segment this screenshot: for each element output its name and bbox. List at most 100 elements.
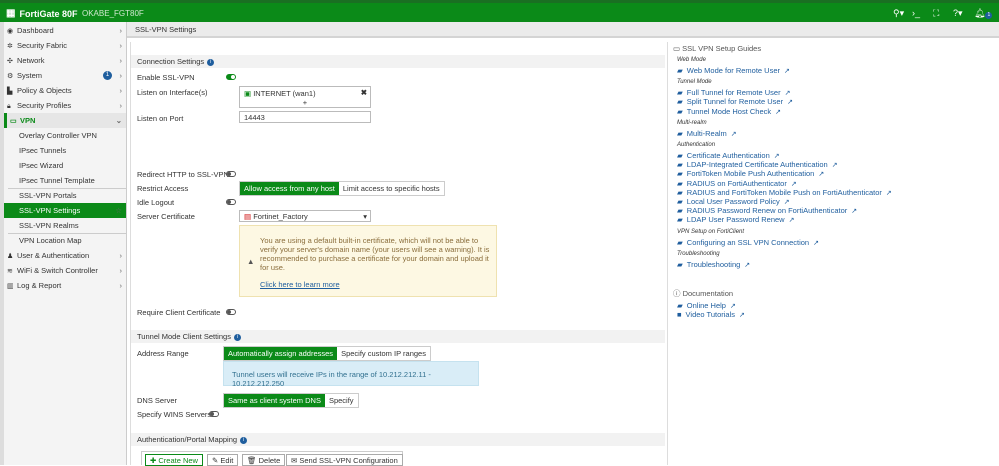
sidebar-item-log-report[interactable]: ▥ Log & Report › [4, 278, 126, 293]
external-link-icon: ↗ [788, 217, 795, 225]
chevron-right-icon: › [119, 101, 123, 110]
guide-link[interactable]: ▰ Tunnel Mode Host Check ↗ [677, 107, 781, 116]
guide-category: Authentication [677, 142, 716, 148]
sidebar-item-ipsec-wizard[interactable]: IPsec Wizard [4, 158, 126, 173]
require-client-cert-toggle[interactable] [226, 309, 236, 315]
sidebar-item-ipsec-tunnel-template[interactable]: IPsec Tunnel Template [4, 173, 126, 188]
learn-more-link[interactable]: Click here to learn more [260, 280, 340, 289]
require-client-cert-label: Require Client Certificate [137, 308, 221, 317]
sidebar-item-policy-objects[interactable]: ▙ Policy & Objects › [4, 83, 126, 98]
gear-icon: ⚙ [7, 73, 14, 80]
guide-link[interactable]: ▰ Multi-Realm ↗ [677, 129, 737, 138]
guide-link[interactable]: ▰ LDAP User Password Renew ↗ [677, 215, 794, 224]
guide-link[interactable]: ▰ RADIUS and FortiToken Mobile Push on Fo… [677, 188, 892, 197]
server-certificate-label: Server Certificate [137, 212, 195, 221]
documentation-link[interactable]: ▰ Online Help ↗ [677, 301, 736, 310]
documentation-header: ⓘ Documentation [673, 289, 734, 298]
guide-category: Multi-realm [677, 119, 707, 126]
guide-link[interactable]: ▰ RADIUS on FortiAuthenticator ↗ [677, 179, 797, 188]
sidebar-item-security-profiles[interactable]: 🔒︎ Security Profiles › [4, 98, 126, 113]
add-interface-icon[interactable]: + [244, 98, 366, 107]
guide-link[interactable]: ▰ Local User Password Policy ↗ [677, 197, 790, 206]
wins-servers-toggle[interactable] [209, 411, 219, 417]
sidebar-item-ssl-vpn-realms[interactable]: SSL-VPN Realms [4, 218, 126, 233]
connection-settings-header: Connection Settings i [131, 55, 665, 68]
custom-ip-option[interactable]: Specify custom IP ranges [337, 347, 430, 360]
guide-link[interactable]: ▰ FortiToken Mobile Push Authentication ↗ [677, 169, 824, 178]
listen-port-input[interactable]: 14443 [239, 111, 371, 123]
guide-category: Tunnel Mode [677, 79, 712, 86]
chart-icon: ▥ [7, 283, 14, 290]
dashboard-icon: ◉ [7, 28, 14, 35]
specify-dns-option[interactable]: Specify [325, 394, 358, 407]
sidebar-item-ssl-vpn-portals[interactable]: SSL-VPN Portals [4, 188, 126, 203]
sidebar-item-ssl-vpn-settings[interactable]: SSL-VPN Settings ☆ [4, 203, 126, 218]
info-icon[interactable]: i [233, 333, 241, 341]
favorite-star-icon[interactable]: ☆ [115, 203, 122, 218]
enable-sslvpn-toggle[interactable] [226, 74, 236, 80]
redirect-http-toggle[interactable] [226, 171, 236, 177]
chevron-right-icon: › [119, 56, 123, 65]
top-bar: ▦ FortiGate 80F OKABE_FGT80F ⚲▾ ›_ ⛶ ?▾ 🔔… [0, 0, 999, 22]
tunnel-mode-header: Tunnel Mode Client Settings i [131, 330, 665, 343]
auto-assign-option[interactable]: Automatically assign addresses [224, 347, 338, 360]
redirect-http-label: Redirect HTTP to SSL-VPN [137, 170, 229, 179]
book-icon: ▰ [677, 160, 683, 170]
allow-any-host-option[interactable]: Allow access from any host [240, 182, 339, 195]
auth-portal-mapping-header: Authentication/Portal Mapping i [131, 433, 665, 446]
sidebar-item-label: Dashboard [17, 26, 54, 35]
limit-hosts-option[interactable]: Limit access to specific hosts [339, 182, 444, 195]
server-certificate-select[interactable]: ▤ Fortinet_Factory ▾ [239, 210, 371, 222]
send-config-button[interactable]: ✉ Send SSL-VPN Configuration [286, 454, 403, 466]
fullscreen-icon[interactable]: ⛶ [933, 8, 939, 19]
external-link-icon: ↗ [744, 261, 751, 269]
guide-link[interactable]: ▰ Configuring an SSL VPN Connection ↗ [677, 238, 819, 247]
guide-link[interactable]: ▰ Split Tunnel for Remote User ↗ [677, 97, 793, 106]
notification-bell-icon[interactable]: 🔔︎ 1 [974, 8, 993, 19]
lock-icon: 🔒︎ [7, 103, 11, 110]
sidebar-item-dashboard[interactable]: ◉ Dashboard › [4, 23, 126, 38]
info-icon[interactable]: i [207, 58, 215, 66]
sidebar-item-wifi-switch-controller[interactable]: ≋ WiFi & Switch Controller › [4, 263, 126, 278]
sidebar-item-vpn[interactable]: ▭ VPN ⌄ [4, 113, 126, 128]
guide-link[interactable]: ▰ Web Mode for Remote User ↗ [677, 66, 790, 75]
guide-link[interactable]: ▰ RADIUS Password Renew on FortiAuthentic… [677, 206, 857, 215]
external-link-icon: ↗ [783, 199, 790, 206]
create-new-button[interactable]: ✚ Create New [145, 454, 203, 466]
restrict-access-label: Restrict Access [137, 184, 189, 193]
documentation-link[interactable]: ■ Video Tutorials ↗ [677, 310, 745, 319]
laptop-icon: ▭ [673, 44, 683, 53]
sidebar-item-user-authentication[interactable]: ♟ User & Authentication › [4, 248, 126, 263]
chevron-right-icon: › [119, 26, 123, 35]
same-dns-option[interactable]: Same as client system DNS [224, 394, 325, 407]
sidebar-item-label: Overlay Controller VPN [19, 131, 97, 140]
video-icon: ■ [677, 310, 682, 320]
info-icon[interactable]: i [240, 436, 248, 444]
remove-icon[interactable]: ✖ [361, 88, 367, 97]
cli-console-icon[interactable]: ›_ [912, 8, 920, 18]
external-link-icon: ↗ [784, 90, 791, 98]
sidebar-item-system[interactable]: ⚙ System 1 › [4, 68, 126, 83]
edit-button[interactable]: ✎ Edit [207, 454, 239, 466]
sidebar-item-security-fabric[interactable]: ✲ Security Fabric › [4, 38, 126, 53]
guide-link[interactable]: ▰ Full Tunnel for Remote User ↗ [677, 88, 790, 97]
guide-link[interactable]: ▰ LDAP-Integrated Certificate Authenticat… [677, 160, 838, 169]
guide-link[interactable]: ▰ Certificate Authentication ↗ [677, 151, 780, 160]
guide-link[interactable]: ▰ Troubleshooting ↗ [677, 260, 750, 269]
help-circle-icon: ⓘ [673, 289, 683, 298]
laptop-icon: ▭ [10, 118, 17, 125]
external-link-icon: ↗ [851, 208, 858, 216]
help-icon[interactable]: ?▾ [953, 8, 963, 19]
sidebar-item-vpn-location-map[interactable]: VPN Location Map [4, 233, 126, 248]
listen-interface-field[interactable]: ▣ INTERNET (wan1) ✖ + [239, 86, 371, 108]
sidebar-item-overlay-controller-vpn[interactable]: Overlay Controller VPN [4, 128, 126, 143]
chevron-right-icon: › [119, 41, 123, 50]
search-icon[interactable]: ⚲▾ [893, 8, 904, 19]
sidebar-item-label: User & Authentication [17, 251, 90, 260]
sidebar-item-network[interactable]: ✣ Network › [4, 53, 126, 68]
external-link-icon: ↗ [790, 180, 797, 188]
fortigate-logo[interactable]: ▦ FortiGate 80F [6, 8, 77, 19]
idle-logout-toggle[interactable] [226, 199, 236, 205]
delete-button[interactable]: 🗑︎ Delete [242, 454, 286, 466]
sidebar-item-ipsec-tunnels[interactable]: IPsec Tunnels [4, 143, 126, 158]
